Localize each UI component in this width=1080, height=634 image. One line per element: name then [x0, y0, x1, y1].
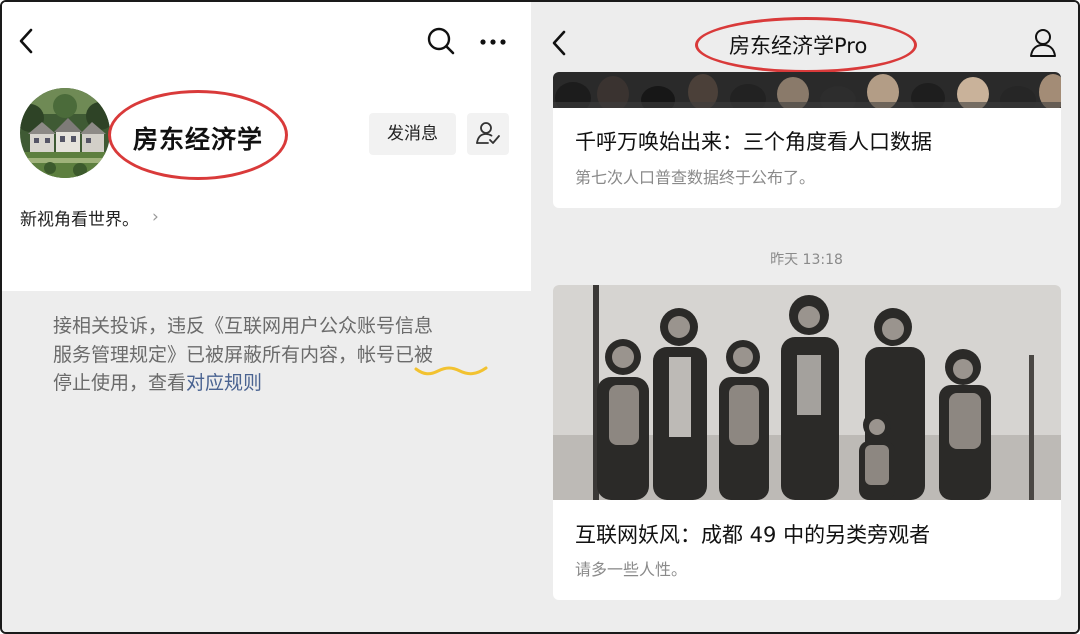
chevron-right-icon: ›: [152, 207, 159, 227]
article-card[interactable]: 千呼万唤始出来：三个角度看人口数据 第七次人口普查数据终于公布了。: [553, 72, 1061, 208]
more-icon[interactable]: [476, 28, 510, 56]
back-icon[interactable]: [16, 26, 38, 56]
notice-line: 接相关投诉，违反《互联网用户公众账号信息: [53, 315, 434, 337]
search-icon[interactable]: [424, 24, 458, 58]
follow-icon: [476, 122, 500, 144]
message-timestamp: 昨天 13:18: [770, 252, 843, 268]
notice-text: 停止使用，查看: [53, 372, 187, 394]
article-summary: 第七次人口普查数据终于公布了。: [575, 168, 816, 187]
ban-notice: 接相关投诉，违反《互联网用户公众账号信息 服务管理规定》已被屏蔽所有内容，帐号已…: [53, 312, 493, 398]
back-icon[interactable]: [549, 28, 571, 58]
rules-link[interactable]: 对应规则: [186, 372, 262, 394]
article-title: 互联网妖风：成都 49 中的另类旁观者: [575, 523, 931, 547]
profile-header: 房东经济学 发消息 新视角看世界。 ›: [2, 2, 531, 291]
screenshot-frame: 房东经济学 发消息 新视角看世界。 › 接相关投诉，违反《互联网用户公众账号信息…: [0, 0, 1080, 634]
article-cover-image: [553, 72, 1061, 108]
follow-button[interactable]: [467, 113, 509, 155]
annotation-circle: [108, 90, 288, 180]
avatar: [20, 88, 110, 178]
account-profile-panel: 房东经济学 发消息 新视角看世界。 › 接相关投诉，违反《互联网用户公众账号信息…: [2, 2, 531, 632]
annotation-underline: [414, 366, 488, 376]
article-cover-image: [553, 285, 1061, 500]
account-description[interactable]: 新视角看世界。: [20, 205, 139, 230]
pro-account-panel: 房东经济学Pro 千呼万唤始出来：三个角度看人口数据 第七次人口普查数据终于公布…: [531, 2, 1078, 632]
article-summary: 请多一些人性。: [575, 560, 688, 579]
send-message-button[interactable]: 发消息: [369, 113, 456, 155]
user-icon[interactable]: [1028, 27, 1058, 59]
article-card[interactable]: 互联网妖风：成都 49 中的另类旁观者 请多一些人性。: [553, 285, 1061, 600]
annotation-circle: [695, 17, 917, 73]
article-title: 千呼万唤始出来：三个角度看人口数据: [575, 130, 932, 154]
